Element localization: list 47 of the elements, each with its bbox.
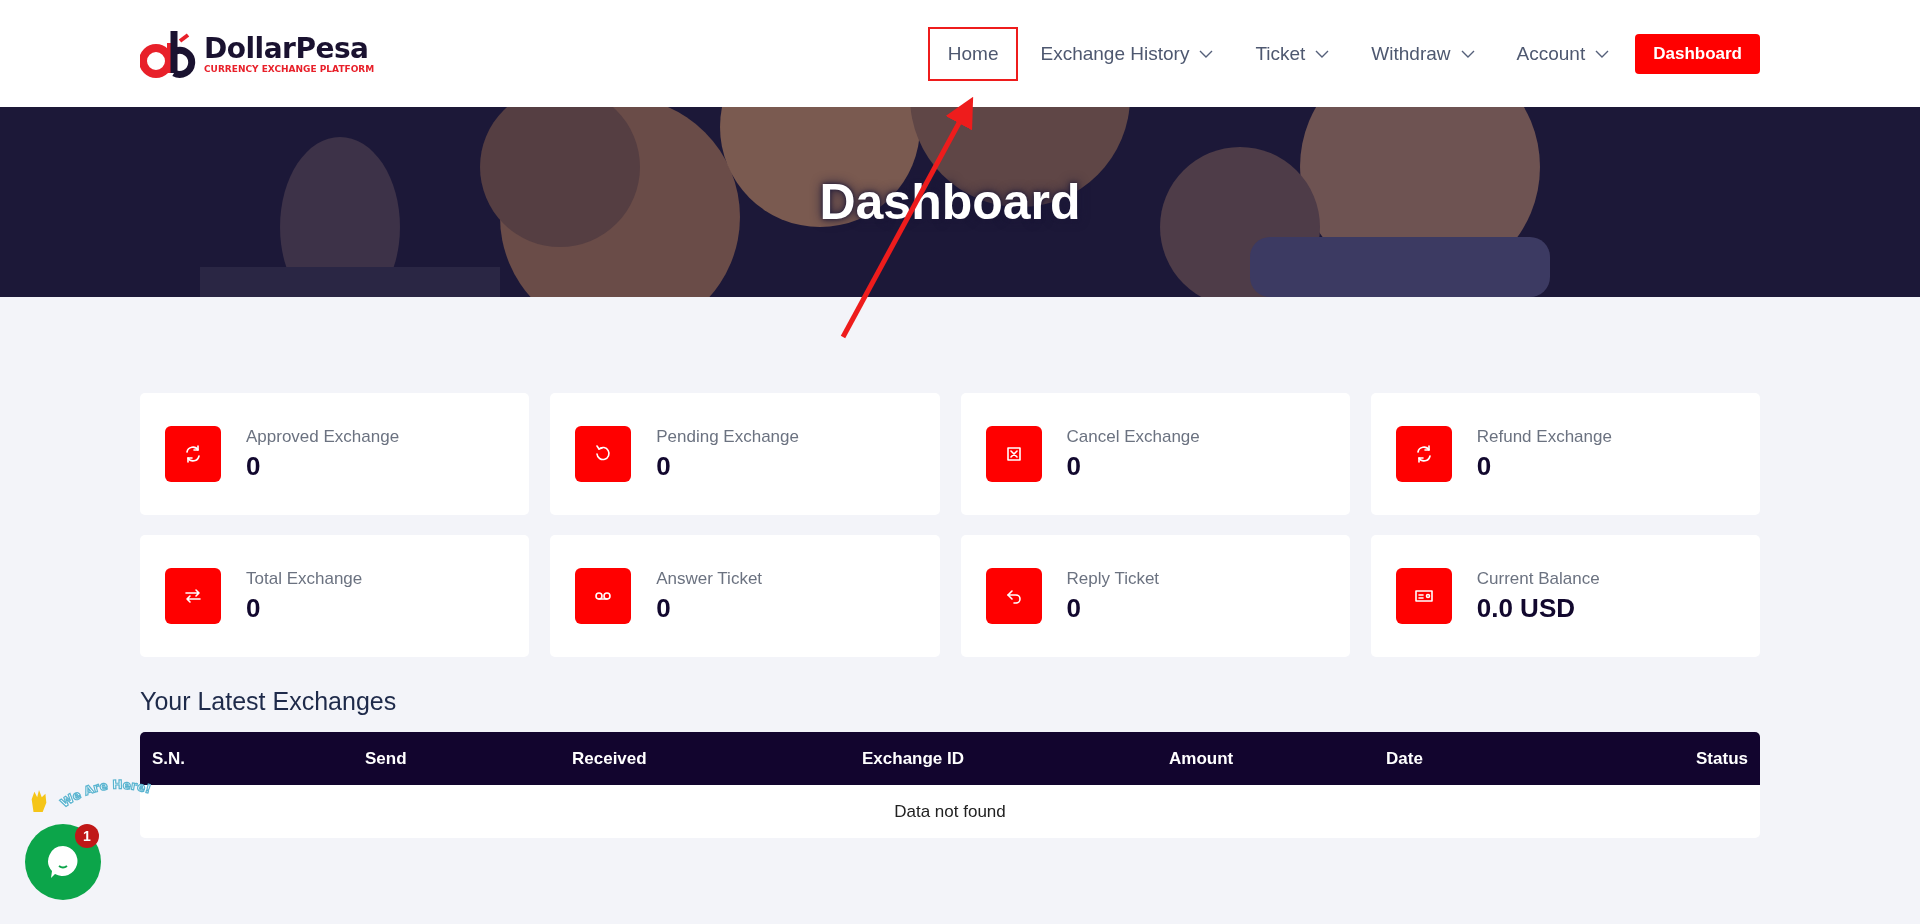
nav-link[interactable]: Exchange History — [1020, 26, 1234, 81]
reply-icon — [985, 568, 1042, 624]
nav-link[interactable]: Account — [1496, 26, 1630, 81]
nav-link[interactable]: Withdraw — [1351, 26, 1495, 81]
chevron-down-icon — [1595, 49, 1610, 58]
dashboard-button[interactable]: Dashboard — [1635, 33, 1760, 74]
sync-icon — [165, 426, 221, 482]
sync-icon — [1395, 426, 1452, 482]
chat-caption: We Are Here! — [54, 774, 184, 820]
stat-value: 0 — [246, 450, 262, 482]
stat-value: 0 — [656, 592, 672, 624]
column-header: Date — [1386, 748, 1424, 769]
logo-tagline: CURRENCY EXCHANGE PLATFORM — [204, 63, 375, 74]
stat-label: Refund Exchange — [1476, 426, 1612, 447]
nav-link[interactable]: Ticket — [1235, 26, 1350, 81]
voicemail-icon — [575, 568, 632, 624]
stat-label: Current Balance — [1476, 568, 1600, 589]
stat-value: 0 — [1476, 450, 1493, 482]
stat-value: 0 — [1066, 592, 1082, 624]
chevron-down-icon — [1460, 49, 1475, 58]
column-header: Received — [572, 748, 648, 769]
stat-value: 0 — [246, 592, 262, 624]
nav-link[interactable]: Home — [927, 26, 1019, 81]
cancel-box-icon — [985, 426, 1042, 482]
column-header: S.N. — [152, 748, 187, 769]
undo-icon — [575, 426, 632, 482]
swap-icon — [165, 568, 221, 624]
column-header: Status — [1696, 748, 1748, 769]
stat-label: Reply Ticket — [1066, 568, 1160, 589]
section-title: Your Latest Exchanges — [140, 687, 398, 716]
stat-label: Total Exchange — [246, 568, 363, 589]
banknote-icon — [1395, 568, 1452, 624]
chevron-down-icon — [1315, 49, 1330, 58]
stat-value: 0 — [1066, 450, 1082, 482]
column-header: Amount — [1169, 748, 1235, 769]
stat-label: Answer Ticket — [656, 568, 763, 589]
empty-message: Data not found — [894, 801, 1006, 822]
column-header: Exchange ID — [862, 748, 966, 769]
column-header: Send — [365, 748, 408, 769]
logo-name: DollarPesa — [204, 33, 370, 64]
stat-value: 0.0 USD — [1476, 592, 1576, 624]
stat-value: 0 — [656, 450, 672, 482]
stat-label: Pending Exchange — [656, 426, 799, 447]
stat-label: Approved Exchange — [246, 426, 400, 447]
chevron-down-icon — [1199, 49, 1214, 58]
stat-label: Cancel Exchange — [1066, 426, 1200, 447]
notification-badge: 1 — [75, 824, 99, 848]
